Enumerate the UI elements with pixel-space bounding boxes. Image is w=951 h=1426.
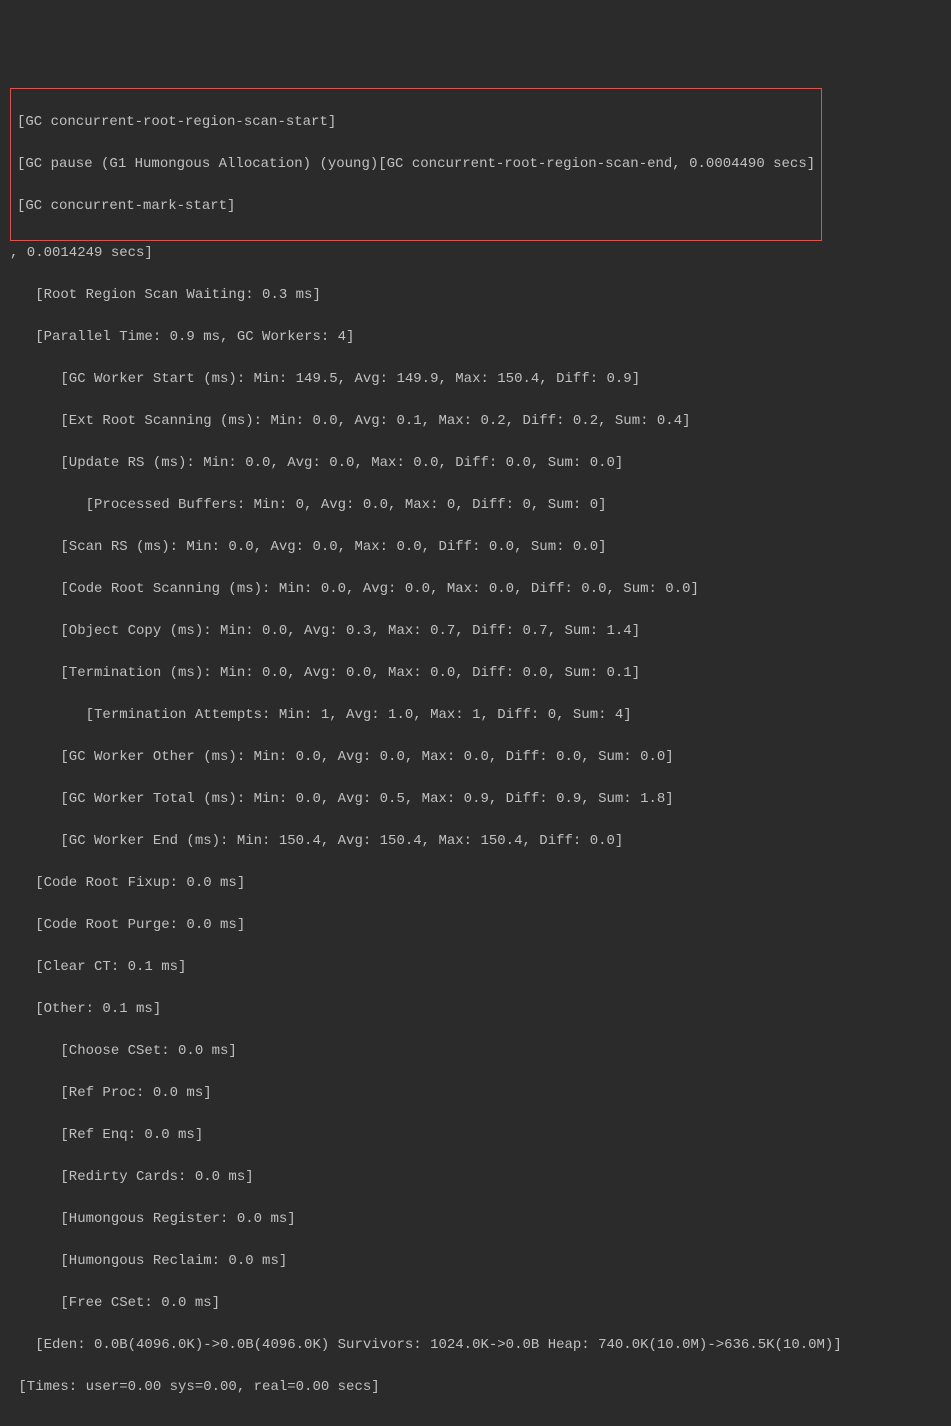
log-line: , 0.0014249 secs]: [10, 243, 941, 264]
log-line: [Other: 0.1 ms]: [10, 999, 941, 1020]
log-line: [GC Worker Start (ms): Min: 149.5, Avg: …: [10, 369, 941, 390]
log-line: [Root Region Scan Waiting: 0.3 ms]: [10, 285, 941, 306]
log-line: [Parallel Time: 0.9 ms, GC Workers: 4]: [10, 327, 941, 348]
log-line: [Eden: 0.0B(4096.0K)->0.0B(4096.0K) Surv…: [10, 1335, 941, 1356]
log-line: [Ext Root Scanning (ms): Min: 0.0, Avg: …: [10, 411, 941, 432]
log-line: [Object Copy (ms): Min: 0.0, Avg: 0.3, M…: [10, 621, 941, 642]
log-line: [Processed Buffers: Min: 0, Avg: 0.0, Ma…: [10, 495, 941, 516]
highlight-line-2: [GC pause (G1 Humongous Allocation) (you…: [17, 154, 815, 175]
log-line: [Code Root Scanning (ms): Min: 0.0, Avg:…: [10, 579, 941, 600]
log-line: [Choose CSet: 0.0 ms]: [10, 1041, 941, 1062]
log-line: [Free CSet: 0.0 ms]: [10, 1293, 941, 1314]
log-line: [Scan RS (ms): Min: 0.0, Avg: 0.0, Max: …: [10, 537, 941, 558]
log-line: [Ref Enq: 0.0 ms]: [10, 1125, 941, 1146]
log-line: [GC Worker Other (ms): Min: 0.0, Avg: 0.…: [10, 747, 941, 768]
log-line: [Code Root Fixup: 0.0 ms]: [10, 873, 941, 894]
log-line: [Humongous Register: 0.0 ms]: [10, 1209, 941, 1230]
log-line: [GC Worker Total (ms): Min: 0.0, Avg: 0.…: [10, 789, 941, 810]
log-line: [Code Root Purge: 0.0 ms]: [10, 915, 941, 936]
log-line: [Clear CT: 0.1 ms]: [10, 957, 941, 978]
highlight-line-3: [GC concurrent-mark-start]: [17, 196, 815, 217]
log-line: [Update RS (ms): Min: 0.0, Avg: 0.0, Max…: [10, 453, 941, 474]
log-line: [GC Worker End (ms): Min: 150.4, Avg: 15…: [10, 831, 941, 852]
log-line: [Humongous Reclaim: 0.0 ms]: [10, 1251, 941, 1272]
log-line: [Times: user=0.00 sys=0.00, real=0.00 se…: [10, 1377, 941, 1398]
highlighted-gc-lines: [GC concurrent-root-region-scan-start] […: [10, 88, 822, 241]
log-line: [Redirty Cards: 0.0 ms]: [10, 1167, 941, 1188]
log-line: [Ref Proc: 0.0 ms]: [10, 1083, 941, 1104]
highlight-line-1: [GC concurrent-root-region-scan-start]: [17, 112, 815, 133]
log-line: [Termination (ms): Min: 0.0, Avg: 0.0, M…: [10, 663, 941, 684]
log-line: [Termination Attempts: Min: 1, Avg: 1.0,…: [10, 705, 941, 726]
